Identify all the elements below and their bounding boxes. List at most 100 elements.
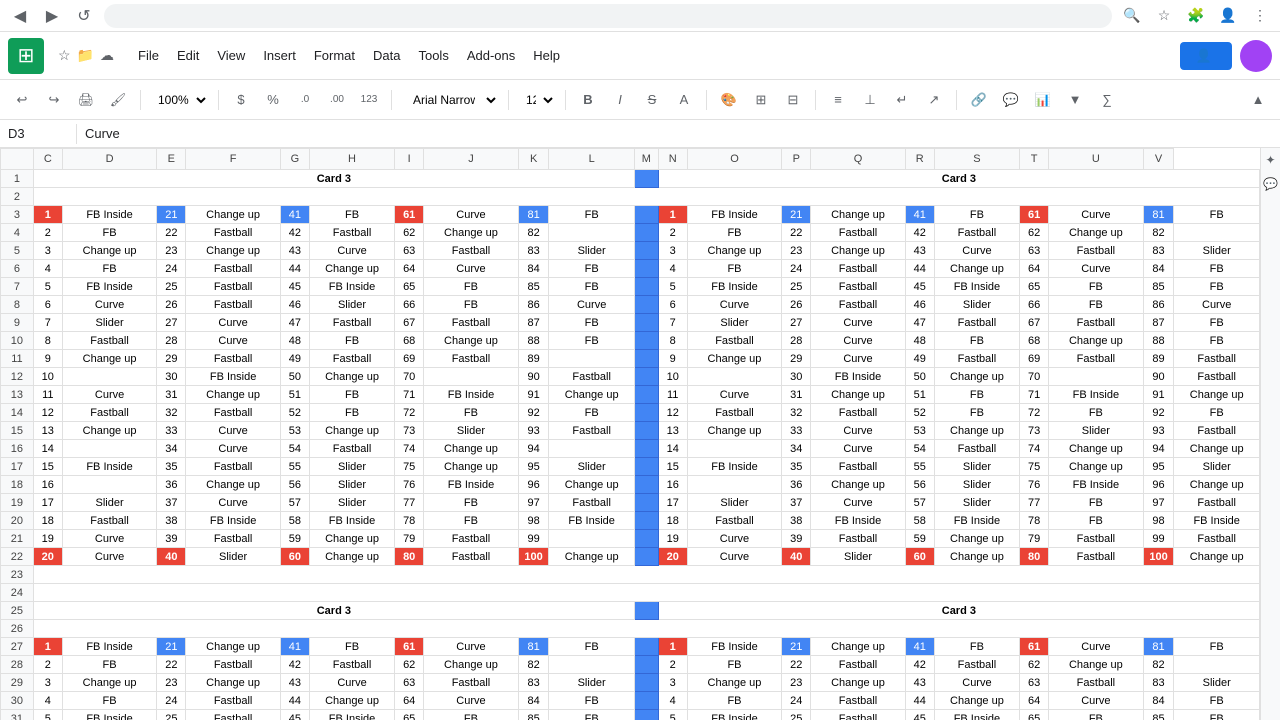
table-cell[interactable]: 50	[280, 368, 309, 386]
col-header-u[interactable]: U	[1049, 149, 1144, 170]
table-cell[interactable]: 26	[157, 296, 186, 314]
table-cell[interactable]: 37	[782, 494, 811, 512]
profile-icon[interactable]: 👤	[1216, 4, 1240, 28]
table-cell[interactable]: 95	[518, 458, 549, 476]
table-cell[interactable]: 89	[518, 350, 549, 368]
table-cell[interactable]: 92	[1143, 404, 1174, 422]
table-cell[interactable]: 97	[1143, 494, 1174, 512]
forward-button[interactable]: ▶	[40, 4, 64, 28]
table-cell[interactable]: 24	[157, 692, 186, 710]
table-cell[interactable]: FB Inside	[62, 206, 157, 224]
table-cell[interactable]: Change up	[549, 548, 634, 566]
table-cell[interactable]: 75	[1020, 458, 1049, 476]
table-cell[interactable]: 13	[658, 422, 687, 440]
table-cell[interactable]: 41	[905, 206, 934, 224]
rotate-button[interactable]: ↗	[920, 86, 948, 114]
table-cell[interactable]: FB	[1174, 710, 1260, 720]
table-cell[interactable]: FB Inside	[62, 638, 157, 656]
table-cell[interactable]: 62	[1020, 656, 1049, 674]
table-cell[interactable]: Change up	[186, 386, 281, 404]
avatar[interactable]	[1240, 40, 1272, 72]
table-cell[interactable]: Slider	[549, 242, 634, 260]
table-cell[interactable]: Fastball	[186, 224, 281, 242]
table-cell[interactable]: FB Inside	[934, 278, 1019, 296]
table-cell[interactable]: 43	[905, 242, 934, 260]
table-cell[interactable]: Slider	[62, 494, 157, 512]
table-cell[interactable]: Fastball	[62, 512, 157, 530]
table-cell[interactable]: Curve	[811, 332, 906, 350]
table-cell[interactable]: Fastball	[811, 260, 906, 278]
table-cell[interactable]: FB	[424, 512, 519, 530]
table-cell[interactable]: 76	[1020, 476, 1049, 494]
col-header-i[interactable]: I	[395, 149, 424, 170]
menu-format[interactable]: Format	[306, 44, 363, 67]
table-cell[interactable]: 68	[395, 332, 424, 350]
table-cell[interactable]: 94	[518, 440, 549, 458]
table-cell[interactable]: 90	[518, 368, 549, 386]
table-cell[interactable]: 80	[395, 548, 424, 566]
table-cell[interactable]: FB	[549, 710, 634, 720]
table-cell[interactable]: 19	[33, 530, 62, 548]
table-cell[interactable]: 65	[395, 710, 424, 720]
table-cell[interactable]: FB	[549, 692, 634, 710]
table-cell[interactable]: Slider	[811, 548, 906, 566]
table-cell[interactable]: Change up	[934, 422, 1019, 440]
table-cell[interactable]: 8	[33, 332, 62, 350]
table-cell[interactable]: Fastball	[1049, 242, 1144, 260]
table-cell[interactable]: 6	[33, 296, 62, 314]
format-button[interactable]: 123	[355, 86, 383, 114]
table-cell[interactable]: FB	[62, 224, 157, 242]
table-cell[interactable]: 23	[157, 242, 186, 260]
table-cell[interactable]: 84	[518, 260, 549, 278]
table-cell[interactable]: Slider	[309, 458, 394, 476]
table-cell[interactable]: Change up	[687, 350, 782, 368]
table-cell[interactable]: 78	[395, 512, 424, 530]
sidebar-explore-icon[interactable]: ✦	[1263, 152, 1279, 168]
col-header-c[interactable]: C	[33, 149, 62, 170]
table-cell[interactable]: FB	[62, 692, 157, 710]
table-cell[interactable]: Fastball	[186, 260, 281, 278]
table-cell[interactable]: Fastball	[424, 674, 519, 692]
table-cell[interactable]: 71	[395, 386, 424, 404]
table-cell[interactable]: 59	[905, 530, 934, 548]
table-cell[interactable]: 58	[280, 512, 309, 530]
table-cell[interactable]: 37	[157, 494, 186, 512]
menu-icon[interactable]: ⋮	[1248, 4, 1272, 28]
table-cell[interactable]: 67	[395, 314, 424, 332]
table-cell[interactable]: Curve	[186, 332, 281, 350]
table-cell[interactable]: FB	[309, 386, 394, 404]
table-cell[interactable]: Change up	[309, 548, 394, 566]
table-cell[interactable]: Fastball	[811, 404, 906, 422]
table-cell[interactable]: 93	[518, 422, 549, 440]
table-cell[interactable]: Curve	[62, 386, 157, 404]
chart-button[interactable]: 📊	[1029, 86, 1057, 114]
menu-help[interactable]: Help	[525, 44, 568, 67]
table-cell[interactable]: Fastball	[424, 530, 519, 548]
table-cell[interactable]	[62, 440, 157, 458]
table-cell[interactable]: 70	[1020, 368, 1049, 386]
table-cell[interactable]: Curve	[811, 314, 906, 332]
table-cell[interactable]: 38	[157, 512, 186, 530]
star-icon[interactable]: ☆	[58, 47, 71, 64]
table-cell[interactable]	[1174, 224, 1260, 242]
table-cell[interactable]: Fastball	[309, 350, 394, 368]
table-cell[interactable]: 3	[33, 242, 62, 260]
table-cell[interactable]: 72	[395, 404, 424, 422]
table-cell[interactable]: Slider	[309, 476, 394, 494]
table-cell[interactable]: 42	[905, 224, 934, 242]
table-cell[interactable]: Slider	[309, 494, 394, 512]
table-cell[interactable]: Curve	[1049, 206, 1144, 224]
table-cell[interactable]: Fastball	[424, 242, 519, 260]
table-cell[interactable]: 12	[658, 404, 687, 422]
table-cell[interactable]: FB	[1049, 278, 1144, 296]
table-cell[interactable]: 5	[33, 278, 62, 296]
col-header-v[interactable]: V	[1143, 149, 1174, 170]
table-cell[interactable]: 61	[395, 206, 424, 224]
table-cell[interactable]: 9	[33, 350, 62, 368]
table-cell[interactable]: FB	[549, 638, 634, 656]
table-cell[interactable]: 4	[658, 260, 687, 278]
table-cell[interactable]: 96	[1143, 476, 1174, 494]
table-cell[interactable]: Slider	[186, 548, 281, 566]
table-cell[interactable]: Change up	[934, 368, 1019, 386]
table-cell[interactable]: 23	[782, 242, 811, 260]
